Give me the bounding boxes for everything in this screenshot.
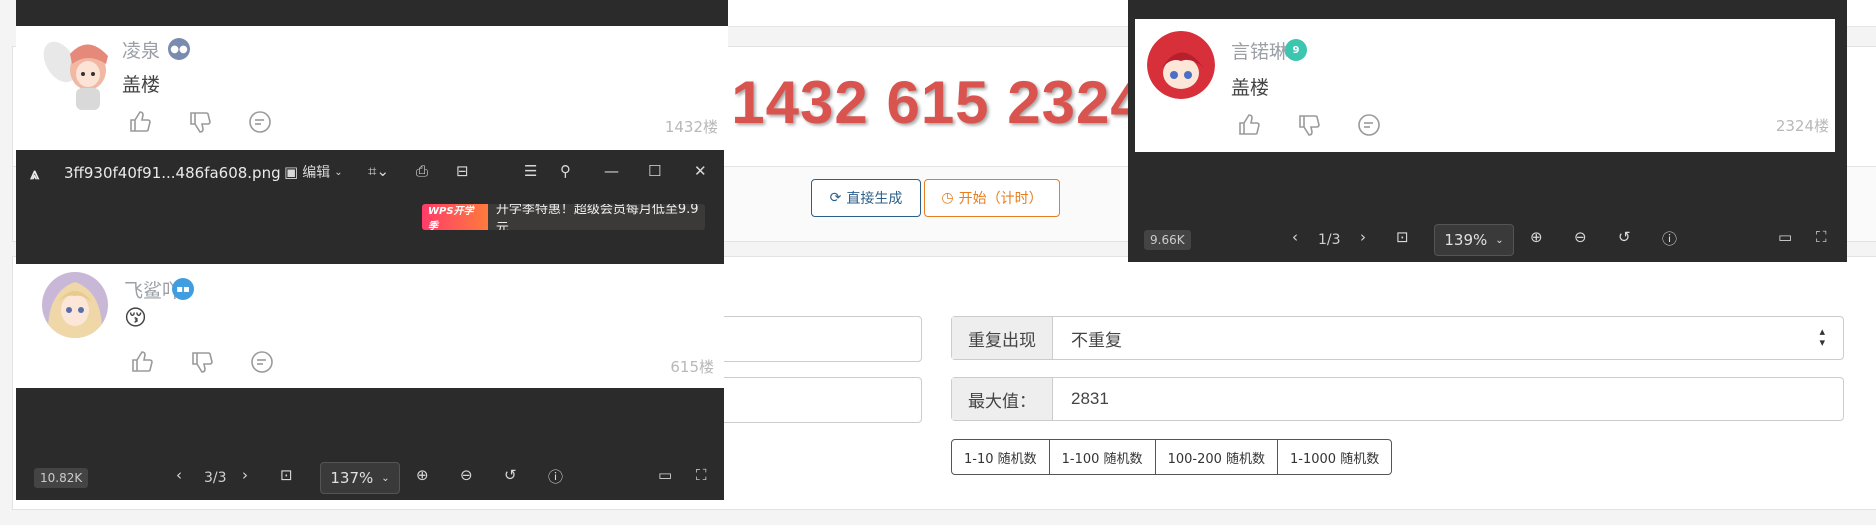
info-icon[interactable]: ⓘ	[548, 466, 563, 487]
zoom-select[interactable]: 139% ⌄	[1434, 224, 1514, 256]
start-button-label: 开始（计时）	[958, 191, 1043, 207]
comment-card: 言锘琳 9 盖楼 2324楼	[1135, 19, 1835, 152]
floor-number: 1432楼	[664, 118, 718, 136]
fullscreen-icon[interactable]: ⛶	[696, 466, 707, 484]
zoom-in-icon[interactable]: ⊕	[416, 466, 429, 484]
rotate-icon[interactable]: ↺	[1618, 228, 1631, 246]
max-input[interactable]: 2831	[1053, 378, 1843, 420]
page-indicator: 1/3	[1318, 232, 1341, 248]
toolbox-icon[interactable]: ⊟	[456, 162, 469, 180]
zoom-in-icon[interactable]: ⊕	[1530, 228, 1543, 246]
chevron-down-icon: ⌄	[334, 166, 343, 178]
repeat-value: 不重复	[1071, 330, 1122, 350]
like-icon[interactable]	[1237, 113, 1261, 141]
zoom-select[interactable]: 137% ⌄	[320, 462, 400, 494]
chevron-down-icon: ⌄	[381, 472, 390, 484]
zoom-out-icon[interactable]: ⊖	[1574, 228, 1587, 246]
info-icon[interactable]: ⓘ	[1662, 228, 1677, 249]
range-1-10-button[interactable]: 1-10 随机数	[951, 439, 1050, 475]
next-icon[interactable]: ›	[1360, 228, 1366, 246]
max-input-group: 最大值： 2831	[951, 377, 1844, 421]
start-timer-button[interactable]: ◷ 开始（计时）	[924, 179, 1060, 217]
range-button-group: 1-10 随机数 1-100 随机数 100-200 随机数 1-1000 随机…	[951, 439, 1393, 475]
promo-banner[interactable]: WPS开学季 开学季特惠！超级会员每月低至9.9元	[422, 204, 705, 230]
fullscreen-icon[interactable]: ⛶	[1816, 228, 1827, 246]
zoom-value: 139%	[1444, 231, 1488, 249]
actual-size-icon[interactable]: ⊡	[1396, 228, 1409, 246]
floor-number: 615楼	[670, 358, 714, 376]
like-icon[interactable]	[128, 110, 152, 138]
floor-number: 2324楼	[1775, 117, 1829, 135]
app-logo-icon: ⩓	[30, 164, 40, 183]
dislike-icon[interactable]	[190, 350, 214, 378]
edit-menu[interactable]: ▣ 编辑 ⌄	[284, 162, 343, 182]
min-input[interactable]	[700, 316, 922, 362]
range-1-100-button[interactable]: 1-100 随机数	[1048, 439, 1156, 475]
print-icon[interactable]: ⎙	[416, 162, 428, 180]
promo-tag: WPS开学季	[422, 204, 488, 230]
prev-icon[interactable]: ‹	[1292, 228, 1298, 246]
file-size: 10.82K	[34, 468, 89, 488]
repeat-label: 重复出现	[952, 317, 1053, 359]
like-icon[interactable]	[130, 350, 154, 378]
reply-icon[interactable]	[248, 110, 272, 138]
game-badge-icon: ●●	[168, 38, 190, 60]
reply-icon[interactable]	[250, 350, 274, 378]
generate-button-label: 直接生成	[846, 191, 903, 207]
viewer-top-left: 凌泉 ●● 盖楼 1432楼	[16, 0, 728, 150]
clock-icon: ◷	[941, 190, 954, 206]
viewer-right: 言锘琳 9 盖楼 2324楼 9.66K ‹ 1/3 › ⊡ 139% ⌄ ⊕ …	[1128, 0, 1847, 262]
username[interactable]: 言锘琳	[1231, 37, 1288, 64]
range-1-1000-button[interactable]: 1-1000 随机数	[1277, 439, 1393, 475]
username[interactable]: 凌泉	[122, 36, 160, 63]
repeat-select[interactable]: 重复出现 不重复 ▴ ▾	[951, 316, 1844, 360]
range-100-200-button[interactable]: 100-200 随机数	[1154, 439, 1279, 475]
page-indicator: 3/3	[204, 470, 227, 486]
chevron-down-icon: ⌄	[1495, 234, 1504, 246]
maximize-icon[interactable]: ☐	[648, 162, 661, 180]
thumbnail-icon[interactable]: ▭	[658, 466, 672, 484]
zoom-out-icon[interactable]: ⊖	[460, 466, 473, 484]
next-icon[interactable]: ›	[242, 466, 248, 484]
pin-icon[interactable]: ⚲	[560, 162, 571, 180]
select-caret-icon: ▴ ▾	[1819, 326, 1825, 349]
close-icon[interactable]: ✕	[694, 162, 707, 180]
reply-icon[interactable]	[1357, 113, 1381, 141]
game-badge-icon: ▪▪	[172, 278, 194, 300]
avatar	[1147, 31, 1215, 99]
avatar	[38, 34, 122, 114]
file-size: 9.66K	[1144, 230, 1191, 250]
image-edit-icon: ▣	[284, 163, 299, 181]
menu-icon[interactable]: ☰	[524, 162, 537, 180]
zoom-value: 137%	[330, 469, 374, 487]
comment-card: 凌泉 ●● 盖楼 1432楼	[16, 26, 728, 150]
crop-icon[interactable]: ⌗⌄	[368, 162, 389, 180]
dislike-icon[interactable]	[1297, 113, 1321, 141]
promo-text: 开学季特惠！超级会员每月低至9.9元	[495, 204, 699, 230]
actual-size-icon[interactable]: ⊡	[280, 466, 293, 484]
count-input[interactable]	[700, 377, 922, 423]
window-title: 3ff930f40f91...486fa608.png	[64, 164, 281, 182]
edit-label: 编辑	[302, 165, 331, 181]
comment-emoji: 😚	[124, 306, 147, 331]
rotate-icon[interactable]: ↺	[504, 466, 517, 484]
comment-card: 飞鲨吖 ▪▪ 😚 615楼	[16, 264, 724, 388]
avatar	[42, 272, 108, 338]
prev-icon[interactable]: ‹	[176, 466, 182, 484]
viewer-main: ⩓ 3ff930f40f91...486fa608.png ▣ 编辑 ⌄ ⌗⌄ …	[16, 150, 724, 500]
generate-button[interactable]: ⟳ 直接生成	[811, 179, 921, 217]
minimize-icon[interactable]: —	[604, 162, 619, 180]
comment-text: 盖楼	[122, 74, 161, 96]
dislike-icon[interactable]	[188, 110, 212, 138]
refresh-icon: ⟳	[829, 190, 842, 206]
thumbnail-icon[interactable]: ▭	[1778, 228, 1792, 246]
comment-text: 盖楼	[1231, 77, 1270, 99]
level-badge-icon: 9	[1285, 39, 1307, 61]
max-label: 最大值：	[952, 378, 1053, 420]
